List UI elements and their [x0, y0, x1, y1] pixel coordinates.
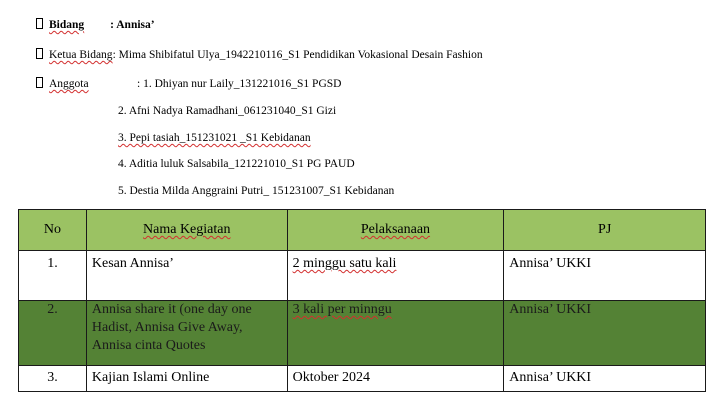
header-pelaksanaan: Pelaksanaan [286, 209, 505, 251]
ketua-line: Ketua Bidang: Mima Shibifatul Ulya_19422… [36, 48, 483, 62]
anggota-member-2: 2. Afni Nadya Ramadhani_061231040_S1 Giz… [118, 105, 337, 117]
table-row: 2. Annisa share it (one day one Hadist, … [18, 300, 706, 366]
cell-pj: Annisa’ UKKI [503, 365, 706, 392]
anggota-line: Anggota [36, 77, 89, 91]
cell-no: 2. [18, 300, 87, 366]
kegiatan-table: No Nama Kegiatan Pelaksanaan PJ 1. Kesan… [18, 209, 706, 392]
cell-pj: Annisa’ UKKI [503, 300, 706, 366]
anggota-member-5: 5. Destia Milda Anggraini Putri_ 1512310… [118, 185, 395, 197]
table-row: 3. Kajian Islami Online Oktober 2024 Ann… [18, 365, 706, 392]
cell-pelaksanaan: 2 minggu satu kali [286, 250, 505, 301]
table-header-row: No Nama Kegiatan Pelaksanaan PJ [18, 209, 706, 251]
ketua-label: Ketua Bidang [49, 49, 113, 61]
header-no: No [18, 209, 87, 251]
anggota-member-4: 4. Aditia luluk Salsabila_121221010_S1 P… [118, 158, 355, 170]
bullet-box-icon [36, 48, 43, 59]
cell-kegiatan: Kesan Annisa’ [85, 250, 288, 301]
header-pj: PJ [503, 209, 706, 251]
bidang-label: Bidang [49, 19, 85, 31]
cell-no: 1. [18, 250, 87, 301]
cell-kegiatan: Annisa share it (one day one Hadist, Ann… [85, 300, 288, 366]
cell-no: 3. [18, 365, 87, 392]
cell-pelaksanaan: 3 kali per minngu [286, 300, 505, 366]
bidang-line: Bidang : Annisa’ [36, 18, 155, 32]
cell-pj: Annisa’ UKKI [503, 250, 706, 301]
cell-pelaksanaan: Oktober 2024 [286, 365, 505, 392]
bidang-value: : Annisa’ [110, 19, 155, 31]
anggota-member-1: : 1. Dhiyan nur Laily_131221016_S1 PGSD [137, 78, 342, 90]
anggota-member-3: 3. Pepi tasiah_151231021 _S1 Kebidanan [118, 132, 311, 144]
bullet-box-icon [36, 77, 43, 88]
table-row: 1. Kesan Annisa’ 2 minggu satu kali Anni… [18, 250, 706, 301]
cell-kegiatan: Kajian Islami Online [85, 365, 288, 392]
header-nama-kegiatan: Nama Kegiatan [85, 209, 288, 251]
ketua-value: : Mima Shibifatul Ulya_1942210116_S1 Pen… [112, 49, 483, 61]
anggota-label: Anggota [49, 78, 89, 90]
bullet-box-icon [36, 18, 43, 29]
